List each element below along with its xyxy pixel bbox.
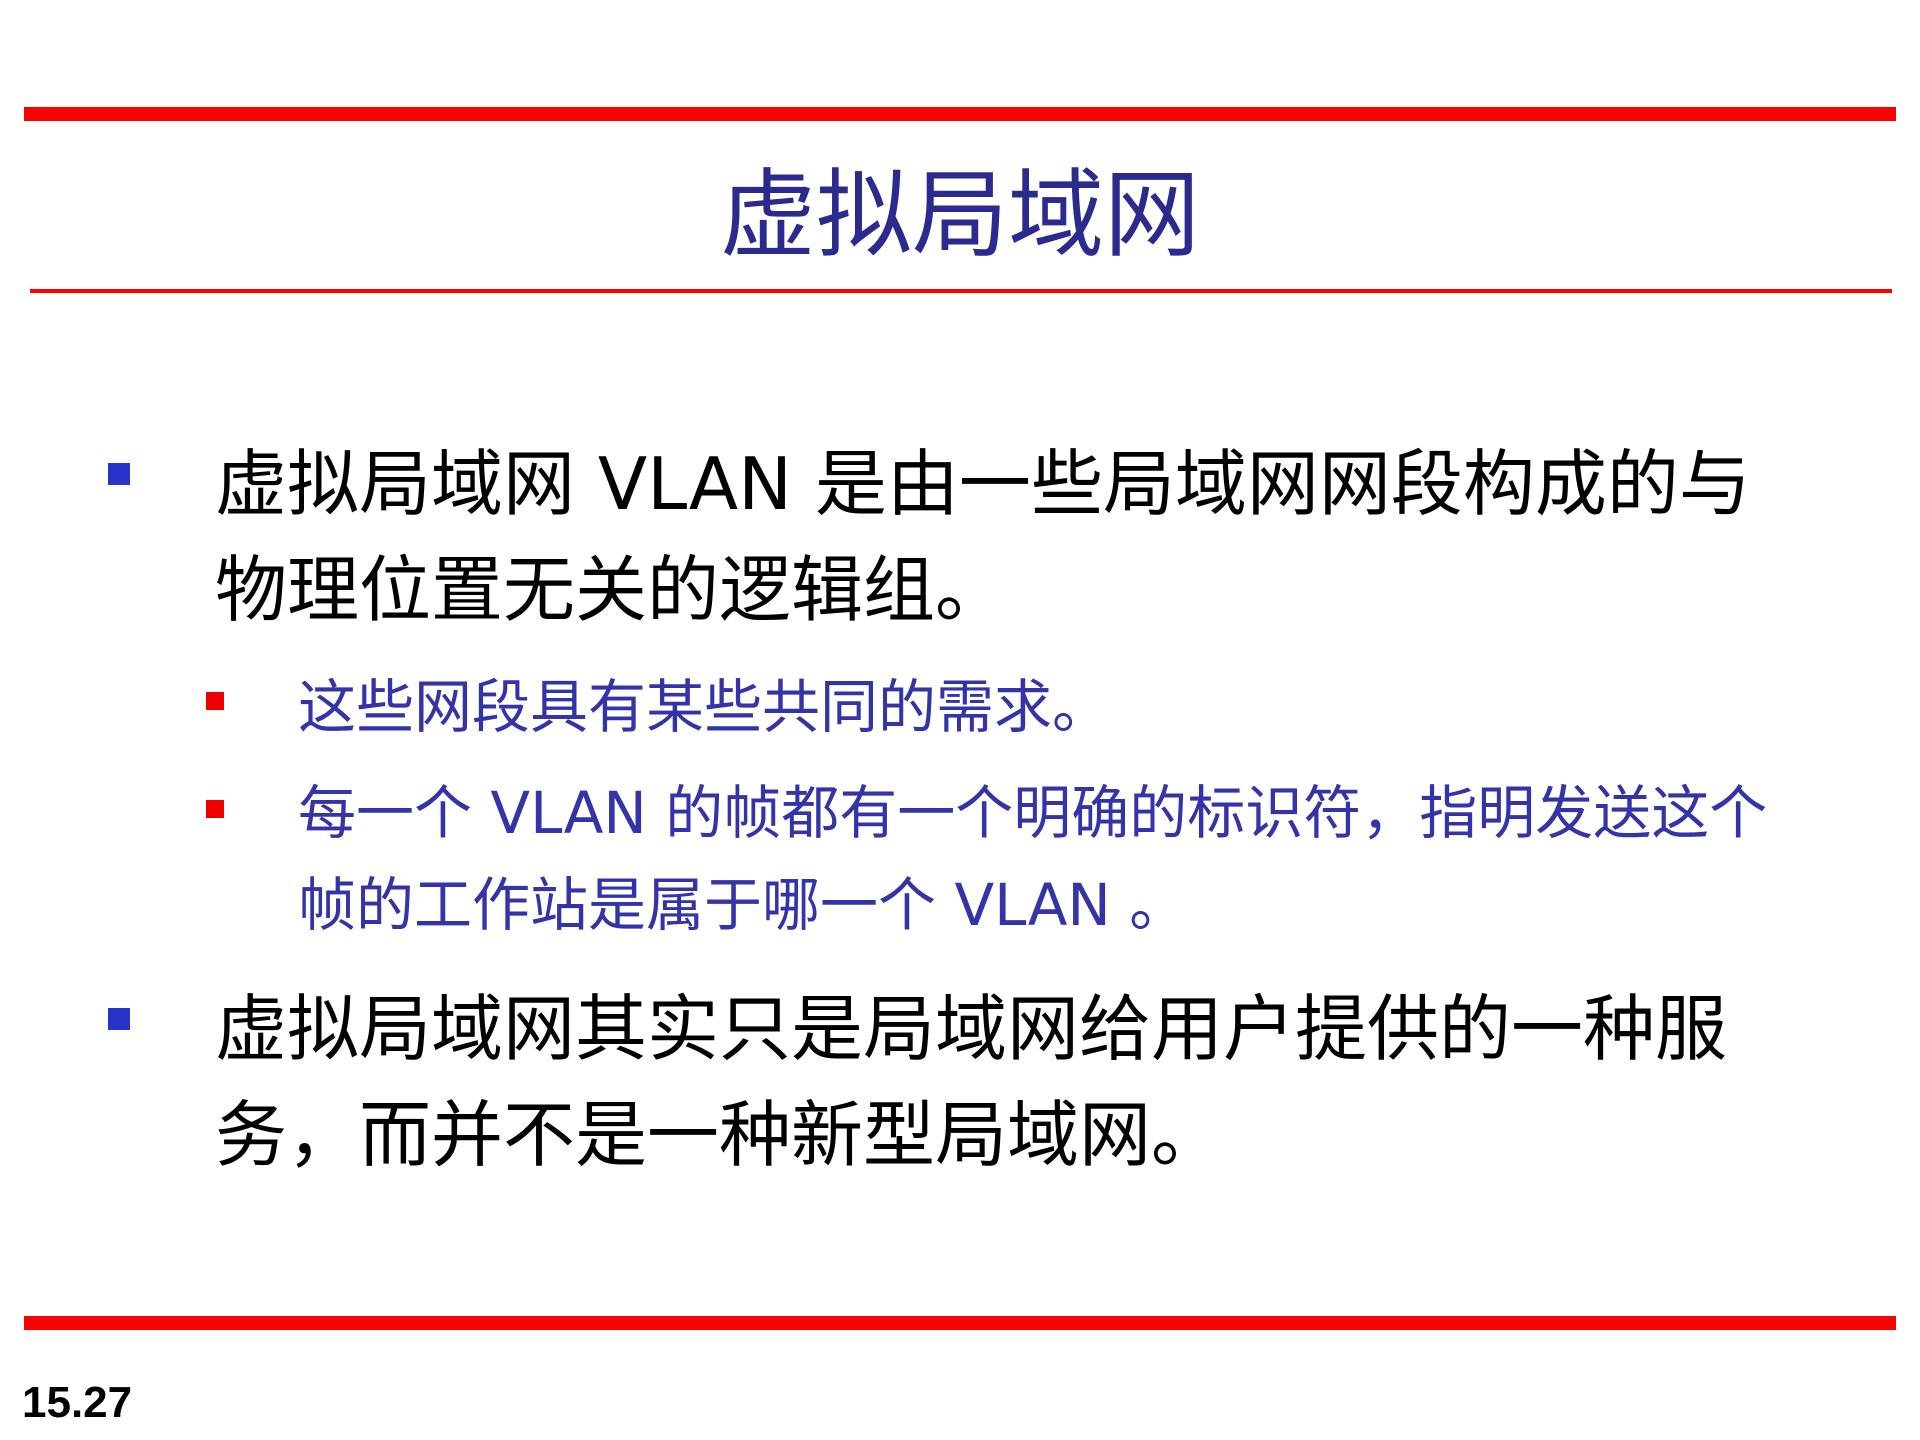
sub-bullet-text-2: 每一个 VLAN 的帧都有一个明确的标识符，指明发送这个帧的工作站是属于哪一个 …: [298, 779, 1768, 939]
top-red-rule: [24, 107, 1896, 121]
bullet-square-icon: [108, 463, 130, 485]
sub-bullet-text-1: 这些网段具有某些共同的需求。: [298, 673, 1111, 741]
sub-bullet-square-icon: [206, 800, 224, 818]
slide-title: 虚拟局域网: [720, 159, 1200, 271]
page-number: 15.27: [22, 1378, 133, 1427]
title-underline-rule: [30, 289, 1892, 293]
sub-bullet-square-icon: [206, 692, 224, 710]
bottom-red-rule: [24, 1316, 1896, 1330]
bullet-text-1: 虚拟局域网 VLAN 是由一些局域网网段构成的与物理位置无关的逻辑组。: [215, 442, 1751, 632]
bullet-text-2: 虚拟局域网其实只是局域网给用户提供的一种服务，而并不是一种新型局域网。: [215, 987, 1728, 1177]
bullet-square-icon: [108, 1008, 130, 1030]
